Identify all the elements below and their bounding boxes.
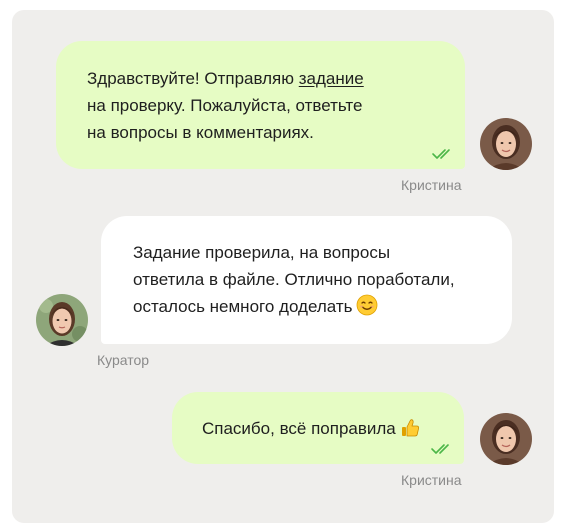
message-line: на проверку. Пожалуйста, ответьте	[87, 96, 363, 115]
message-line: Здравствуйте! Отправляю задание	[87, 65, 437, 92]
assignment-link[interactable]: задание	[299, 69, 364, 88]
message-line: Спасибо, всё поправила	[202, 415, 444, 442]
message-text: Спасибо, всё поправила	[202, 419, 396, 438]
smiling-face-icon	[357, 294, 378, 316]
sender-name: Кристина	[401, 472, 462, 488]
avatar-photo-icon	[36, 294, 88, 346]
message-bubble-outgoing: Здравствуйте! Отправляю задание на прове…	[56, 41, 465, 169]
message-line: осталось немного доделать	[133, 293, 492, 320]
sender-name: Кристина	[401, 177, 462, 193]
avatar-photo-icon	[480, 413, 532, 465]
double-check-icon	[431, 444, 449, 454]
message-line: ответила в файле. Отлично поработали,	[133, 270, 455, 289]
avatar-kristina[interactable]	[480, 118, 532, 170]
message-bubble-outgoing: Спасибо, всё поправила	[172, 392, 464, 464]
message-text: осталось немного доделать	[133, 297, 353, 316]
avatar-curator[interactable]	[36, 294, 88, 346]
message-line: Задание проверила, на вопросы	[133, 243, 391, 262]
avatar-photo-icon	[480, 118, 532, 170]
message-text: Здравствуйте! Отправляю	[87, 69, 299, 88]
message-line: на вопросы в комментариях.	[87, 123, 314, 142]
double-check-icon	[432, 149, 450, 159]
avatar-kristina[interactable]	[480, 413, 532, 465]
sender-name: Куратор	[97, 352, 150, 368]
thumbs-up-icon	[401, 419, 419, 437]
chat-panel: Здравствуйте! Отправляю задание на прове…	[12, 10, 554, 523]
message-bubble-incoming: Задание проверила, на вопросы ответила в…	[101, 216, 512, 344]
